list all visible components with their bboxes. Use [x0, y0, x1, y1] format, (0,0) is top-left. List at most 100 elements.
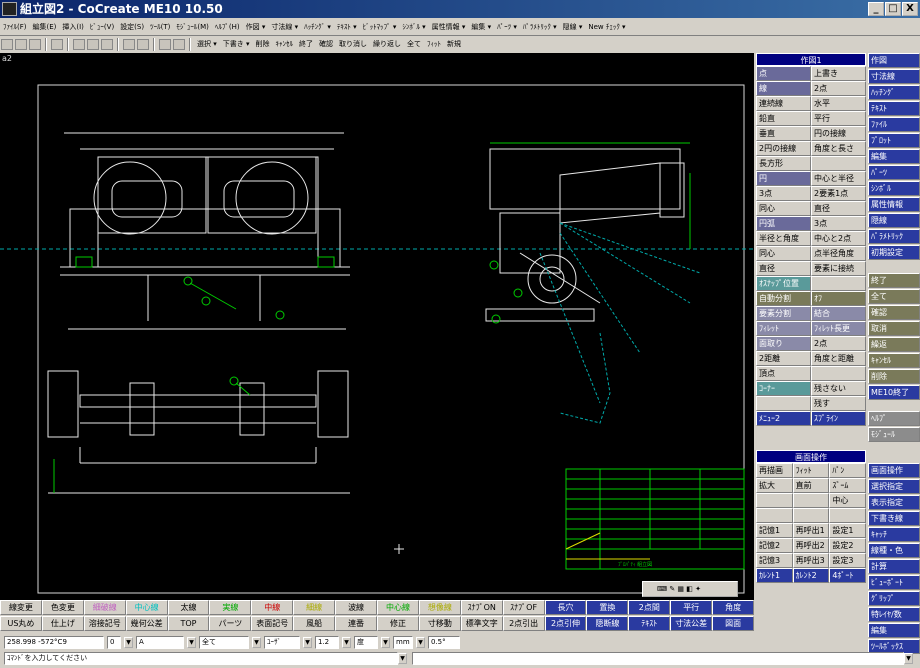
menu-item[interactable]: 挿入(I): [59, 18, 87, 35]
panel-cell[interactable]: 平行: [811, 111, 866, 126]
toolbar-button[interactable]: 全て: [404, 36, 424, 53]
menu-item[interactable]: 設定(S): [117, 18, 147, 35]
toolbar-button[interactable]: ｷｬﾝｾﾙ: [273, 36, 297, 53]
view-panel-cell[interactable]: [792, 508, 830, 523]
view-panel-cell[interactable]: [829, 508, 867, 523]
menu-item[interactable]: 編集(E): [30, 18, 60, 35]
command-button[interactable]: 2点引出: [502, 616, 545, 631]
panel-cell[interactable]: 2要素1点: [811, 186, 866, 201]
command-button[interactable]: 図面: [712, 616, 755, 631]
action-button[interactable]: 全て: [868, 289, 920, 304]
panel-cell[interactable]: 角度と長さ: [811, 141, 866, 156]
close-button[interactable]: X: [902, 2, 918, 16]
menu-item[interactable]: 編集 ▾: [468, 18, 494, 35]
command-button[interactable]: 長穴: [544, 600, 587, 615]
toolbar-button[interactable]: 終了: [296, 36, 316, 53]
panel-cell[interactable]: [811, 156, 866, 171]
drawing-viewport[interactable]: a2 ﾌﾟﾛﾊﾟﾃｨ 組立図 ⌨ ✎ ▦ ◧ ✦: [0, 53, 754, 600]
action-button[interactable]: 繰返: [868, 337, 920, 352]
save-icon[interactable]: [29, 39, 41, 50]
tool-button[interactable]: ｷｬｯﾁ: [868, 527, 920, 542]
command-button[interactable]: 色変更: [41, 600, 84, 615]
help-button[interactable]: ﾓｼﾞｭｰﾙ: [868, 427, 920, 442]
module-button[interactable]: ﾊｯﾁﾝｸﾞ: [868, 85, 920, 100]
command-button[interactable]: ｽﾅﾌﾟON: [460, 600, 503, 615]
panel-cell[interactable]: 直径: [756, 261, 811, 276]
toolbar-button[interactable]: 選択 ▾: [194, 36, 220, 53]
command-button[interactable]: 平行: [670, 600, 713, 615]
toolbar-button[interactable]: 下書き ▾: [220, 36, 253, 53]
command-button[interactable]: 細線: [293, 600, 336, 615]
scope-field[interactable]: 全て: [199, 635, 249, 649]
command-button[interactable]: US丸め: [0, 616, 42, 631]
panel-cell[interactable]: 上書き: [811, 66, 866, 81]
redo-icon[interactable]: [137, 39, 149, 50]
unit-field[interactable]: mm: [393, 635, 413, 649]
view-panel-cell[interactable]: [756, 508, 793, 523]
module-button[interactable]: 初期設定: [868, 245, 920, 260]
maximize-button[interactable]: □: [885, 2, 901, 16]
cut-icon[interactable]: [73, 39, 85, 50]
panel-cell[interactable]: [756, 396, 811, 411]
command-button[interactable]: 中心線: [125, 600, 168, 615]
view-panel-cell[interactable]: 再呼出3: [792, 553, 830, 568]
view-panel-cell[interactable]: ｽﾞｰﾑ: [829, 478, 867, 493]
toolbar-button[interactable]: 削除: [253, 36, 273, 53]
unit-dropdown[interactable]: ▼: [416, 636, 425, 648]
panel-cell[interactable]: ｵﾌ: [811, 291, 866, 306]
panel-cell[interactable]: 線: [756, 81, 811, 96]
command-button[interactable]: 連番: [335, 616, 378, 631]
menu-item[interactable]: ｼﾝﾎﾞﾙ ▾: [399, 18, 428, 35]
scale-field[interactable]: 1.2: [315, 635, 339, 649]
panel-cell[interactable]: 長方形: [756, 156, 811, 171]
tool-button[interactable]: 選択指定: [868, 479, 920, 494]
message-dropdown[interactable]: ▼: [904, 653, 913, 664]
module-button[interactable]: 寸法線: [868, 69, 920, 84]
command-button[interactable]: 線変更: [0, 600, 42, 615]
menu-item[interactable]: ﾂｰﾙ(T): [147, 18, 173, 35]
panel-cell[interactable]: 連続線: [756, 96, 811, 111]
floating-tool-palette[interactable]: ⌨ ✎ ▦ ◧ ✦: [642, 581, 738, 597]
panel-cell[interactable]: 同心: [756, 201, 811, 216]
view-panel-cell[interactable]: 再呼出1: [792, 523, 830, 538]
menu-item[interactable]: 隠線 ▾: [560, 18, 586, 35]
menu-item[interactable]: New ﾁｪｯｸ ▾: [585, 18, 628, 35]
linetype-dropdown[interactable]: ▼: [187, 636, 196, 648]
menu-item[interactable]: ﾊﾟﾗﾒﾄﾘｯｸ ▾: [520, 18, 560, 35]
action-button[interactable]: 終了: [868, 273, 920, 288]
module-button[interactable]: 作図: [868, 53, 920, 68]
panel-cell[interactable]: 直径: [811, 201, 866, 216]
panel-cell[interactable]: 同心: [756, 246, 811, 261]
command-button[interactable]: 表面記号: [251, 616, 294, 631]
panel-cell[interactable]: ﾌｨﾚｯﾄ長更: [811, 321, 866, 336]
panel-cell[interactable]: [811, 276, 866, 291]
action-button[interactable]: ｷｬﾝｾﾙ: [868, 353, 920, 368]
panel-cell[interactable]: 2円の接線: [756, 141, 811, 156]
panel-cell[interactable]: 角度と距離: [811, 351, 866, 366]
command-dropdown[interactable]: ▼: [398, 653, 407, 664]
command-button[interactable]: 隠断線: [586, 616, 629, 631]
toolbar-button[interactable]: 確認: [316, 36, 336, 53]
command-button[interactable]: 寸法公差: [670, 616, 713, 631]
panel-cell[interactable]: 点: [756, 66, 811, 81]
command-button[interactable]: 仕上げ: [41, 616, 84, 631]
paste-icon[interactable]: [101, 39, 113, 50]
panel-cell[interactable]: 2点: [811, 336, 866, 351]
action-button[interactable]: 取消: [868, 321, 920, 336]
panel-cell[interactable]: 頂点: [756, 366, 811, 381]
command-button[interactable]: 置換: [586, 600, 629, 615]
menu-item[interactable]: ﾃｷｽﾄ ▾: [334, 18, 360, 35]
command-button[interactable]: ﾃｷｽﾄ: [628, 616, 671, 631]
panel-cell[interactable]: 円の接線: [811, 126, 866, 141]
panel-cell[interactable]: 中心と2点: [811, 231, 866, 246]
action-button[interactable]: 確認: [868, 305, 920, 320]
view-panel-cell[interactable]: ﾊﾟﾝ: [829, 463, 867, 478]
panel-cell[interactable]: 3点: [811, 216, 866, 231]
command-input[interactable]: ｺﾏﾝﾄﾞを入力してください: [4, 652, 398, 665]
command-button[interactable]: 想像線: [418, 600, 461, 615]
command-button[interactable]: 中線: [251, 600, 294, 615]
panel-cell[interactable]: 垂直: [756, 126, 811, 141]
menu-item[interactable]: 属性情報 ▾: [429, 18, 469, 35]
scope-dropdown[interactable]: ▼: [252, 636, 261, 648]
menu-item[interactable]: ﾊｯﾁﾝｸﾞ ▾: [301, 18, 334, 35]
